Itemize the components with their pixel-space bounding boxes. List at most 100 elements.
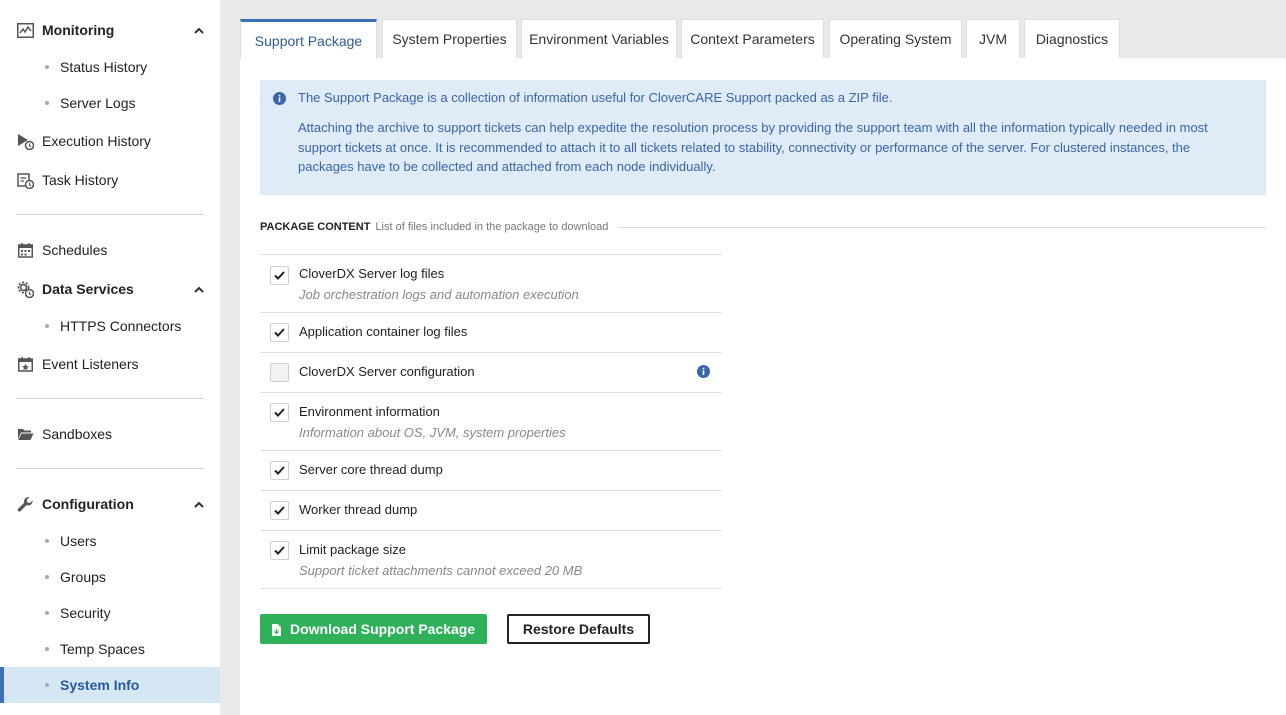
wrench-icon xyxy=(16,495,34,513)
checkmark-icon xyxy=(274,328,285,337)
sidebar-item-monitoring[interactable]: Monitoring xyxy=(0,12,220,48)
sidebar-item-label: Groups xyxy=(60,569,106,585)
sidebar-item-label: Configuration xyxy=(42,496,134,512)
monitoring-icon xyxy=(16,21,34,39)
tab-operating-system[interactable]: Operating System xyxy=(829,19,962,58)
sidebar-item-data-services[interactable]: Data Services xyxy=(0,271,220,307)
list-item[interactable]: CloverDX Server configuration xyxy=(260,352,722,392)
info-icon[interactable] xyxy=(697,365,710,381)
checkmark-icon xyxy=(274,466,285,475)
sidebar-item-users[interactable]: Users xyxy=(0,523,220,559)
item-label: Environment information xyxy=(299,404,440,419)
sidebar-item-execution-history[interactable]: Execution History xyxy=(0,123,220,159)
tab-jvm[interactable]: JVM xyxy=(966,19,1020,58)
checkmark-icon xyxy=(274,506,285,515)
item-label: Worker thread dump xyxy=(299,502,418,517)
sidebar-item-label: Users xyxy=(60,533,97,549)
info-icon xyxy=(273,91,286,111)
sidebar-item-https-connectors[interactable]: HTTPS Connectors xyxy=(0,308,220,344)
list-item[interactable]: Environment information Information abou… xyxy=(260,392,722,450)
checkmark-icon xyxy=(274,271,285,280)
checkbox[interactable] xyxy=(270,403,289,422)
checkbox[interactable] xyxy=(270,323,289,342)
list-item[interactable]: Application container log files xyxy=(260,312,722,352)
item-label: Limit package size xyxy=(299,542,406,557)
folder-icon xyxy=(16,425,34,443)
item-label: CloverDX Server log files xyxy=(299,266,445,281)
sidebar: Monitoring Status History Server Logs Ex… xyxy=(0,0,220,715)
sidebar-item-temp-spaces[interactable]: Temp Spaces xyxy=(0,631,220,667)
download-support-package-button[interactable]: Download Support Package xyxy=(260,614,487,644)
sidebar-item-groups[interactable]: Groups xyxy=(0,559,220,595)
tab-context-parameters[interactable]: Context Parameters xyxy=(681,19,824,58)
info-text-summary: The Support Package is a collection of i… xyxy=(298,90,893,105)
tab-environment-variables[interactable]: Environment Variables xyxy=(521,19,677,58)
tab-system-properties[interactable]: System Properties xyxy=(382,19,517,58)
sidebar-item-schedules[interactable]: Schedules xyxy=(0,232,220,268)
item-label: CloverDX Server configuration xyxy=(299,364,475,379)
checkbox[interactable] xyxy=(270,461,289,480)
section-rule xyxy=(618,226,1266,228)
sidebar-item-server-logs[interactable]: Server Logs xyxy=(0,85,220,121)
section-title: PACKAGE CONTENT xyxy=(260,221,371,233)
checkmark-icon xyxy=(274,408,285,417)
sidebar-item-label: Task History xyxy=(42,172,119,188)
task-history-icon xyxy=(16,171,34,189)
info-text-details: Attaching the archive to support tickets… xyxy=(298,120,1208,174)
bullet-icon xyxy=(45,539,49,543)
sidebar-item-system-info[interactable]: System Info xyxy=(0,667,220,703)
list-item[interactable]: CloverDX Server log files Job orchestrat… xyxy=(260,254,722,312)
execution-history-icon xyxy=(16,132,34,150)
sidebar-item-security[interactable]: Security xyxy=(0,595,220,631)
sidebar-item-sandboxes[interactable]: Sandboxes xyxy=(0,416,220,452)
file-icon xyxy=(272,623,281,639)
checkbox[interactable] xyxy=(270,541,289,560)
event-listeners-icon xyxy=(16,355,34,373)
bullet-icon xyxy=(45,647,49,651)
list-item[interactable]: Server core thread dump xyxy=(260,450,722,490)
sidebar-item-label: Security xyxy=(60,605,111,621)
sidebar-item-label: Schedules xyxy=(42,242,108,258)
section-description: List of files included in the package to… xyxy=(375,221,609,233)
sidebar-item-event-listeners[interactable]: Event Listeners xyxy=(0,346,220,382)
sidebar-item-label: Sandboxes xyxy=(42,426,113,442)
tab-diagnostics[interactable]: Diagnostics xyxy=(1024,19,1120,58)
list-item[interactable]: Limit package size Support ticket attach… xyxy=(260,530,722,589)
checkbox[interactable] xyxy=(270,501,289,520)
sidebar-item-task-history[interactable]: Task History xyxy=(0,162,220,198)
package-content-header: PACKAGE CONTENT List of files included i… xyxy=(260,219,1266,235)
sidebar-item-label: HTTPS Connectors xyxy=(60,318,182,334)
info-box: The Support Package is a collection of i… xyxy=(260,80,1266,195)
bullet-icon xyxy=(45,324,49,328)
main-content: Support Package System Properties Enviro… xyxy=(240,0,1286,715)
chevron-up-icon[interactable] xyxy=(192,497,206,511)
sidebar-item-label: Event Listeners xyxy=(42,356,139,372)
bullet-icon xyxy=(45,101,49,105)
checkbox[interactable] xyxy=(270,363,289,382)
sidebar-item-label: Status History xyxy=(60,59,148,75)
sidebar-item-label: Execution History xyxy=(42,133,151,149)
sidebar-item-label: Data Services xyxy=(42,281,134,297)
chevron-up-icon[interactable] xyxy=(192,282,206,296)
checkmark-icon xyxy=(274,546,285,555)
chevron-up-icon[interactable] xyxy=(192,23,206,37)
sidebar-divider xyxy=(16,214,204,215)
data-services-icon xyxy=(16,280,34,298)
sidebar-item-label: Server Logs xyxy=(60,95,136,111)
item-description: Job orchestration logs and automation ex… xyxy=(299,287,579,302)
bullet-icon xyxy=(45,611,49,615)
calendar-icon xyxy=(16,241,34,259)
sidebar-item-label: Monitoring xyxy=(42,22,115,38)
item-label: Server core thread dump xyxy=(299,462,443,477)
checkbox[interactable] xyxy=(270,266,289,285)
sidebar-divider xyxy=(16,468,204,469)
restore-defaults-button[interactable]: Restore Defaults xyxy=(507,614,650,644)
bullet-icon xyxy=(45,575,49,579)
item-description: Information about OS, JVM, system proper… xyxy=(299,425,566,440)
sidebar-item-status-history[interactable]: Status History xyxy=(0,49,220,85)
list-item[interactable]: Worker thread dump xyxy=(260,490,722,530)
item-description: Support ticket attachments cannot exceed… xyxy=(299,563,583,578)
button-label: Download Support Package xyxy=(290,621,476,637)
sidebar-item-configuration[interactable]: Configuration xyxy=(0,486,220,522)
tab-support-package[interactable]: Support Package xyxy=(240,19,377,59)
